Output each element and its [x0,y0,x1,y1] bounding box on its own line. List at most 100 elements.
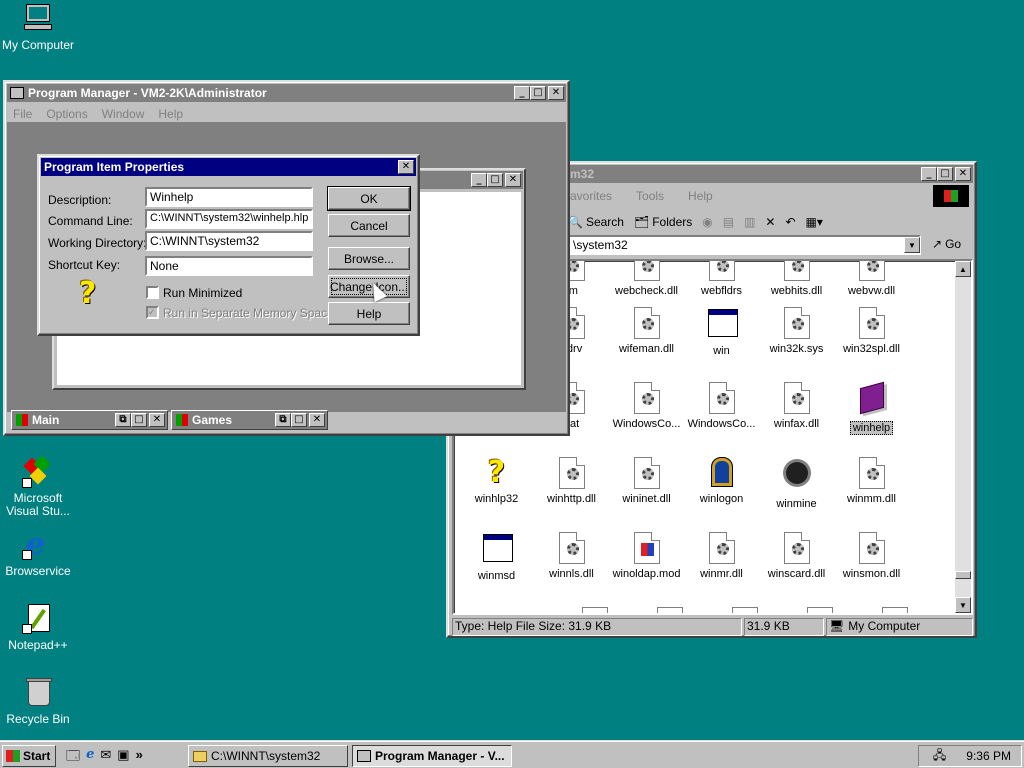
move-to-icon[interactable]: ▤ [723,215,734,229]
address-dropdown-button[interactable]: ▼ [904,237,920,253]
scroll-up-button[interactable]: ▲ [955,261,971,277]
undo-icon[interactable]: ↶ [785,215,795,229]
taskbar-item-program-manager[interactable]: Program Manager - V... [352,745,512,767]
close-button[interactable]: ✕ [398,160,414,174]
windows-flag-icon [6,750,20,762]
run-minimized-label[interactable]: Run Minimized [163,286,242,300]
file-item[interactable]: ? winhlp32 [459,457,534,506]
file-item[interactable]: win32k.sys [759,307,834,355]
restore-button[interactable]: ⧉ [115,413,131,427]
file-item[interactable]: winlogon [684,457,759,505]
maximize-button[interactable]: □ [937,167,953,181]
file-item[interactable]: winhelp [834,381,909,435]
file-item[interactable]: webhits.dll [759,261,834,297]
file-item[interactable]: win [684,307,759,357]
file-name: winsmon.dll [842,568,901,580]
file-item[interactable]: winmine [759,457,834,510]
delete-icon[interactable]: ✕ [765,215,775,229]
file-item[interactable]: win32spl.dll [834,307,909,355]
desktop-icon-notepadpp[interactable]: ↗ Notepad++ [0,602,76,652]
file-item[interactable]: winscard.dll [759,532,834,580]
shortcut-key-input[interactable]: None [145,256,313,276]
copy-to-icon[interactable]: ▥ [744,215,755,229]
dialog-titlebar[interactable]: Program Item Properties ✕ [41,158,416,176]
file-item[interactable]: winmr.dll [684,532,759,580]
command-line-input[interactable]: C:\WINNT\system32\winhelp.hlp [145,209,313,229]
maximize-button[interactable]: □ [131,413,147,427]
menu-help[interactable]: Help [158,107,183,121]
maximize-button[interactable]: □ [291,413,307,427]
file-item[interactable]: webfldrs [684,261,759,297]
show-desktop-icon[interactable]: 🗔 [66,747,80,768]
go-button[interactable]: ↗ Go [932,237,961,251]
maximize-button[interactable]: □ [530,86,546,100]
group-games-minimized[interactable]: Games ⧉ □ ✕ [171,410,328,430]
browse-button[interactable]: Browse... [328,247,410,270]
working-directory-input[interactable]: C:\WINNT\system32 [145,231,313,251]
media-icon[interactable]: ▣ [117,747,129,768]
file-item-partial[interactable] [732,607,758,613]
program-manager-icon [10,87,24,99]
desktop-icon-visual-studio[interactable]: ↗ Microsoft Visual Stu... [0,455,76,518]
file-item[interactable]: winnls.dll [534,532,609,580]
file-item[interactable]: winmm.dll [834,457,909,505]
file-item-partial[interactable] [882,607,908,613]
file-item[interactable]: winsmon.dll [834,532,909,580]
start-button[interactable]: Start [2,745,56,767]
vertical-scrollbar[interactable]: ▲ ▼ [955,261,971,613]
close-button[interactable]: ✕ [955,167,971,181]
network-icon[interactable]: 🖧 [933,746,946,767]
desktop-icon-browservice[interactable]: e ↗ Browservice [0,528,76,579]
internet-explorer-icon[interactable]: e [86,747,94,768]
file-item[interactable]: wininet.dll [609,457,684,505]
menu-favorites[interactable]: avorites [570,189,612,203]
file-item[interactable]: winmsd [459,532,534,582]
views-icon[interactable]: ▦▾ [806,215,823,229]
desktop-icon-recycle-bin[interactable]: Recycle Bin [0,676,76,726]
help-button[interactable]: Help [328,302,410,325]
cancel-button[interactable]: Cancel [328,214,410,237]
description-input[interactable]: Winhelp [145,187,313,207]
file-item[interactable]: winhttp.dll [534,457,609,505]
file-item[interactable]: wifeman.dll [609,307,684,355]
close-button[interactable]: ✕ [505,173,521,187]
file-item[interactable]: winfax.dll [759,382,834,430]
file-item-partial[interactable] [582,607,608,613]
menu-tools[interactable]: Tools [636,189,664,203]
more-chevron-icon[interactable]: » [136,747,143,768]
file-item[interactable]: webvw.dll [834,261,909,297]
notepad-icon: ↗ [22,602,54,634]
search-button[interactable]: 🔍 Search [568,215,624,229]
close-button[interactable]: ✕ [309,413,325,427]
menu-help[interactable]: Help [688,189,713,203]
outlook-express-icon[interactable]: ✉ [100,747,111,768]
clock[interactable]: 9:36 PM [966,749,1011,763]
scroll-thumb[interactable] [955,571,971,579]
minimize-button[interactable]: _ [471,173,487,187]
menu-window[interactable]: Window [102,107,145,121]
run-minimized-checkbox[interactable] [146,286,159,299]
file-item[interactable]: WindowsCo... [684,382,759,430]
program-manager-titlebar[interactable]: Program Manager - VM2-2K\Administrator _… [7,84,566,102]
minimize-button[interactable]: _ [514,86,530,100]
file-item[interactable]: winoldap.mod [609,532,684,580]
close-button[interactable]: ✕ [548,86,564,100]
restore-button[interactable]: ⧉ [275,413,291,427]
menu-file[interactable]: File [13,107,32,121]
folders-button[interactable]: 🗂 Folders [634,215,692,229]
file-item[interactable]: WindowsCo... [609,382,684,430]
taskbar-item-explorer[interactable]: C:\WINNT\system32 [188,745,348,767]
history-icon[interactable]: ◉ [702,215,712,229]
group-main-minimized[interactable]: Main ⧉ □ ✕ [11,410,168,430]
minimize-button[interactable]: _ [921,167,937,181]
ok-button[interactable]: OK [327,186,411,211]
file-item-partial[interactable] [657,607,683,613]
address-input[interactable]: \system32 [568,235,921,255]
scroll-down-button[interactable]: ▼ [955,597,971,613]
close-button[interactable]: ✕ [149,413,165,427]
menu-options[interactable]: Options [46,107,87,121]
file-item-partial[interactable] [807,607,833,613]
file-item[interactable]: webcheck.dll [609,261,684,297]
maximize-button[interactable]: □ [487,173,503,187]
desktop-icon-my-computer[interactable]: My Computer [0,2,76,52]
